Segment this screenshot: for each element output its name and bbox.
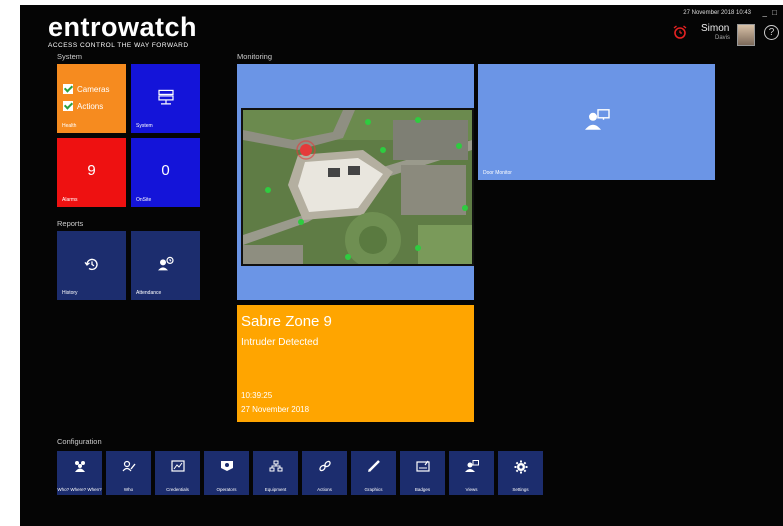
config-views[interactable]: Views [449,451,494,495]
config-equipment[interactable]: Equipment [253,451,298,495]
door-monitor-label: Door Monitor [483,170,512,176]
onsite-label: OnSite [136,197,152,203]
alert-time: 10:39:25 [241,391,273,400]
pencil-icon [367,460,380,472]
alert-date: 27 November 2018 [241,405,310,414]
config-label: Views [465,486,478,492]
site-map[interactable] [241,108,474,266]
minimize-button[interactable]: _ [763,8,767,17]
person-pen-icon [122,460,136,472]
link-icon [318,460,331,472]
attendance-tile[interactable]: Attendance [131,231,200,300]
config-settings[interactable]: Settings [498,451,543,495]
health-label: Health [62,123,77,129]
alarms-count: 9 [87,162,96,179]
app-window: entrowatch ACCESS CONTROL THE WAY FORWAR… [20,5,783,526]
config-actions[interactable]: Actions [302,451,347,495]
restore-button[interactable]: □ [772,8,777,17]
health-tile[interactable]: Cameras Actions Health [57,64,126,133]
config-who[interactable]: Who [106,451,151,495]
config-label: Who? Where? When? [57,486,102,492]
alert-tile[interactable]: Sabre Zone 9 Intruder Detected 10:39:25 … [237,305,474,422]
system-tile[interactable]: System [131,64,200,133]
cameras-label: Cameras [77,84,110,94]
top-right-bar: 27 November 2018 10:43 _ □ Simon Davis ? [643,5,783,49]
attendance-label: Attendance [136,290,162,296]
section-configuration: Configuration [57,437,102,446]
help-icon[interactable]: ? [764,25,779,40]
equipment-icon [269,460,282,472]
config-label: Credentials [166,486,189,492]
history-tile[interactable]: History [57,231,126,300]
avatar[interactable] [737,24,755,46]
config-label: Settings [512,486,529,492]
history-label: History [62,290,78,296]
config-label: Operators [216,486,237,492]
onsite-count: 0 [161,162,170,179]
config-label: Equipment [264,486,287,492]
config-label: Graphics [364,486,383,492]
alarms-tile[interactable]: 9 Alarms [57,138,126,207]
config-operators[interactable]: Operators [204,451,249,495]
people-group-icon [74,461,85,472]
logo: entrowatch ACCESS CONTROL THE WAY FORWAR… [48,12,198,50]
badge-icon [415,460,430,472]
system-label: System [136,123,153,129]
map-panel[interactable] [237,64,474,300]
section-monitoring: Monitoring [237,52,273,61]
aerial-map-image [243,110,472,264]
datetime: 27 November 2018 10:43 [683,10,751,16]
alarms-label: Alarms [62,197,78,203]
history-icon [83,258,98,270]
credentials-icon [170,460,185,472]
logo-text: entrowatch [48,12,198,42]
server-icon [157,89,174,105]
attendance-icon [157,256,174,270]
actions-check-icon [63,101,73,111]
alert-zone-title: Sabre Zone 9 [241,313,332,330]
operators-icon [220,461,233,471]
config-label: Who [123,486,134,492]
config-badges[interactable]: Badges [400,451,445,495]
section-system: System [57,52,83,61]
monitor-user-icon [584,109,610,130]
user-first-name: Simon [701,23,730,34]
config-who-where-when[interactable]: Who? Where? When? [57,451,102,495]
config-label: Actions [317,486,332,492]
config-credentials[interactable]: Credentials [155,451,200,495]
logo-tagline: ACCESS CONTROL THE WAY FORWARD [48,42,189,49]
gear-icon [514,460,527,474]
door-monitor-tile[interactable]: Door Monitor [478,64,715,180]
actions-label: Actions [77,101,104,111]
config-graphics[interactable]: Graphics [351,451,396,495]
alarm-clock-icon[interactable] [673,25,687,39]
monitor-user-icon [464,460,479,472]
section-reports: Reports [57,219,84,228]
config-label: Badges [414,486,431,492]
onsite-tile[interactable]: 0 OnSite [131,138,200,207]
user-last-name: Davis [715,35,731,41]
alert-event: Intruder Detected [241,337,319,348]
cameras-check-icon [63,84,73,94]
